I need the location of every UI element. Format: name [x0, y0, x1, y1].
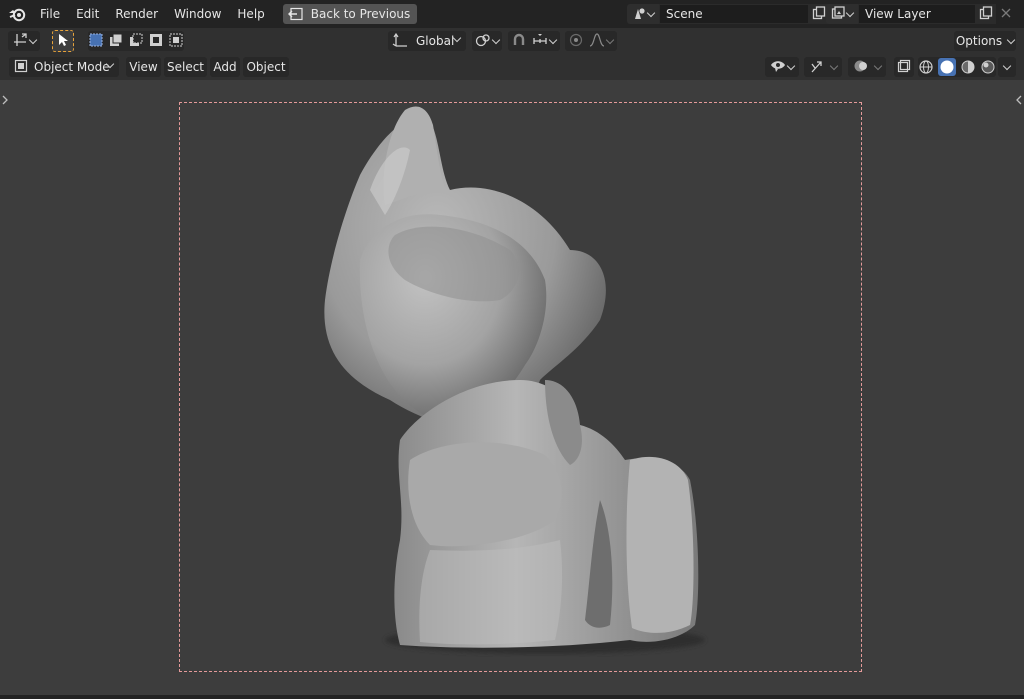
object-mode-dropdown[interactable]: Object Mode [9, 57, 119, 77]
scene-browse-dropdown[interactable] [627, 4, 659, 24]
chevron-down-icon [786, 61, 796, 70]
pivot-icon [475, 33, 491, 50]
proportional-icon[interactable] [569, 33, 583, 50]
menu-window[interactable]: Window [166, 0, 229, 28]
select-tool-icon [57, 33, 69, 50]
object-mode-label: Object Mode [34, 60, 110, 74]
select-menu-label: Select [166, 60, 205, 74]
copy-view-layer-button[interactable] [976, 4, 996, 24]
select-subtract-icon[interactable] [129, 33, 143, 50]
viewport-header: Object Mode View Select Add Object [0, 54, 1024, 80]
wireframe-shading-icon[interactable] [918, 59, 934, 75]
chevron-down-icon [873, 61, 883, 70]
back-to-previous-button[interactable]: Back to Previous [282, 4, 418, 24]
view-layer-browse-dropdown[interactable] [826, 4, 858, 24]
orientation-label: Global [416, 34, 455, 48]
chevron-down-icon [28, 35, 37, 44]
object-menu-label: Object [246, 60, 286, 74]
copy-icon [812, 5, 826, 23]
visibility-dropdown[interactable] [765, 57, 799, 77]
chevron-down-icon [1002, 61, 1012, 70]
object-menu[interactable]: Object [243, 57, 289, 77]
menu-file[interactable]: File [32, 0, 68, 28]
gizmo-group [804, 57, 842, 77]
xray-toggle[interactable] [894, 57, 914, 77]
remove-view-layer-button[interactable] [996, 4, 1016, 24]
scene-name: Scene [666, 7, 703, 21]
tool-settings-bar: Global Options [0, 28, 1024, 54]
view-layer-name: View Layer [865, 7, 931, 21]
add-menu-label: Add [213, 60, 237, 74]
object-mode-icon [14, 59, 28, 76]
status-bar [0, 695, 1024, 699]
3d-viewport[interactable] [0, 80, 1024, 699]
copy-icon [979, 5, 993, 23]
falloff-icon[interactable] [589, 32, 605, 50]
pivot-point-dropdown[interactable] [472, 31, 502, 51]
scene-selector: Scene [627, 4, 849, 24]
select-intersect-icon[interactable] [169, 33, 183, 50]
menu-edit[interactable]: Edit [68, 0, 107, 28]
chevron-down-icon [1006, 35, 1016, 44]
chevron-down-icon [829, 61, 839, 70]
orientation-icon [392, 32, 408, 50]
blender-logo-icon[interactable] [6, 3, 28, 25]
material-shading-icon[interactable] [960, 59, 976, 75]
main-menu: File Edit Render Window Help [32, 0, 273, 28]
shading-options-dropdown[interactable] [998, 57, 1016, 77]
back-icon [287, 7, 304, 21]
rendered-shading-icon[interactable] [980, 59, 996, 75]
overlay-group [848, 57, 886, 77]
scene-icon [632, 6, 646, 23]
xray-icon [897, 59, 911, 76]
snap-increment-icon[interactable] [532, 33, 548, 50]
overlay-icon[interactable] [853, 59, 869, 76]
options-label: Options [955, 34, 1003, 48]
select-menu[interactable]: Select [164, 57, 207, 77]
transform-icon [13, 32, 27, 50]
visibility-icon [770, 59, 786, 76]
snap-icon[interactable] [512, 33, 526, 50]
transform-orientation-dropdown[interactable]: Global [388, 31, 466, 51]
chevron-down-icon [605, 35, 615, 44]
close-icon [1001, 7, 1011, 21]
select-tool-button[interactable] [52, 30, 74, 52]
view-menu[interactable]: View [126, 57, 161, 77]
view-layer-icon [831, 5, 845, 23]
view-layer-name-field[interactable]: View Layer [858, 4, 976, 24]
view-layer-selector: View Layer [826, 4, 1016, 24]
sculpture-model[interactable] [0, 80, 1024, 699]
select-invert-icon[interactable] [149, 33, 163, 50]
chevron-down-icon [548, 35, 558, 44]
options-dropdown[interactable]: Options [954, 31, 1016, 51]
gizmo-icon[interactable] [809, 59, 825, 76]
chevron-down-icon [491, 35, 501, 44]
menu-help[interactable]: Help [229, 0, 272, 28]
proportional-editing-group [565, 31, 617, 51]
snap-group [508, 31, 560, 51]
add-menu[interactable]: Add [210, 57, 240, 77]
top-bar: File Edit Render Window Help Back to Pre… [0, 0, 1024, 28]
chevron-down-icon [845, 8, 855, 17]
scene-name-field[interactable]: Scene [659, 4, 809, 24]
view-menu-label: View [129, 60, 158, 74]
select-extend-icon[interactable] [109, 33, 123, 50]
selection-mode-group [88, 31, 184, 51]
chevron-down-icon [646, 8, 656, 17]
menu-render[interactable]: Render [107, 0, 166, 28]
back-to-previous-label: Back to Previous [310, 7, 411, 21]
shading-mode-group [918, 57, 996, 77]
transform-tool-dropdown[interactable] [8, 31, 40, 51]
select-new-icon[interactable] [89, 33, 103, 50]
solid-shading-icon[interactable] [938, 58, 956, 76]
